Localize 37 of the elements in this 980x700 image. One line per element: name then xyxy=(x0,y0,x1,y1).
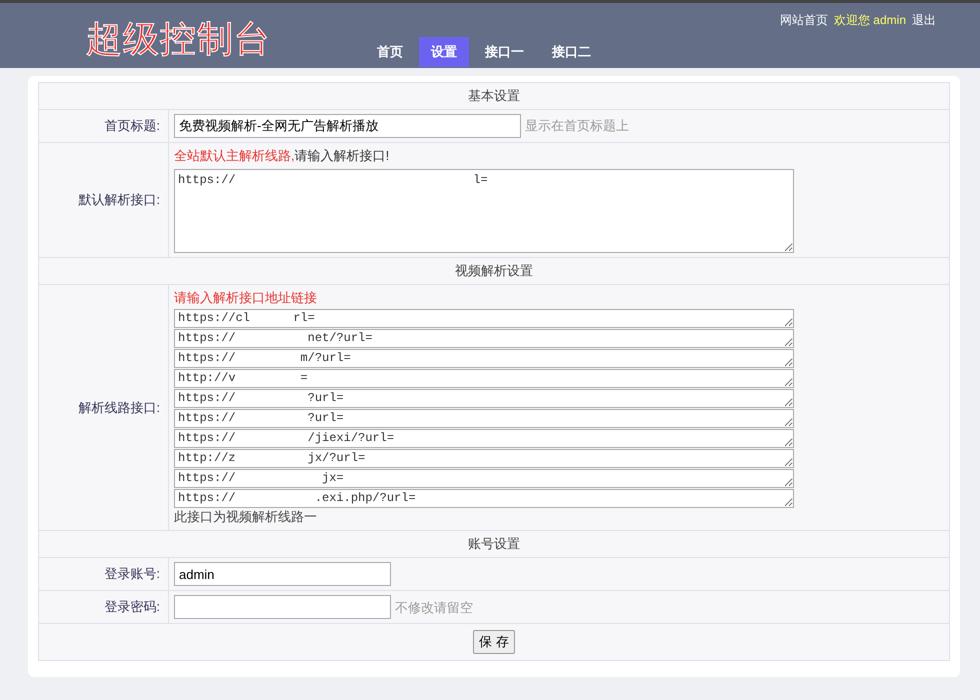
section-title: 账号设置 xyxy=(468,536,520,551)
nav-tab[interactable]: 首页 xyxy=(365,37,415,67)
note-text: 此接口为视频解析线路一 xyxy=(174,509,317,524)
password-field[interactable] xyxy=(174,595,391,619)
url-field[interactable]: https:// ?url= xyxy=(174,409,794,428)
field-hint: 显示在首页标题上 xyxy=(525,118,629,133)
section-title: 视频解析设置 xyxy=(455,263,533,278)
url-field[interactable]: https:// m/?url= xyxy=(174,349,794,368)
field-label: 默认解析接口: xyxy=(78,192,160,207)
url-field[interactable]: http://v = xyxy=(174,369,794,388)
note-text: 请输入解析接口地址链接 xyxy=(174,290,317,305)
field-label: 首页标题: xyxy=(104,118,160,133)
site-logo: 超级控制台 xyxy=(86,17,271,61)
nav-tab[interactable]: 接口一 xyxy=(473,37,536,67)
text-field[interactable]: 免费视频解析-全网无广告解析播放 xyxy=(174,114,521,138)
url-field[interactable]: https://cl rl= xyxy=(174,309,794,328)
field-label: 登录密码: xyxy=(104,599,160,614)
nav-tab[interactable]: 接口二 xyxy=(540,37,603,67)
welcome-text: 欢迎您 admin xyxy=(834,12,906,29)
url-field[interactable]: https:// ?url= xyxy=(174,389,794,408)
url-field[interactable]: https:// .exi.php/?url= xyxy=(174,489,794,508)
field-hint: 不修改请留空 xyxy=(395,600,473,614)
nav-tab[interactable]: 设置 xyxy=(419,37,469,67)
note-text: 请输入解析接口! xyxy=(294,148,390,163)
field-label: 解析线路接口: xyxy=(78,400,160,414)
field-label: 登录账号: xyxy=(104,566,160,581)
url-field[interactable]: https:// /jiexi/?url= xyxy=(174,429,794,448)
save-button[interactable]: 保 存 xyxy=(473,630,515,654)
url-field[interactable]: https:// net/?url= xyxy=(174,329,794,348)
section-title: 基本设置 xyxy=(468,88,520,103)
textarea-field[interactable]: https:// l= xyxy=(174,169,794,253)
text-field[interactable]: admin xyxy=(174,562,391,586)
url-field[interactable]: https:// jx= xyxy=(174,469,794,488)
header-link[interactable]: 网站首页 xyxy=(780,12,828,29)
note-text: 全站默认主解析线路, xyxy=(174,148,295,163)
url-field[interactable]: http://z jx/?url= xyxy=(174,449,794,468)
header-link[interactable]: 退出 xyxy=(912,12,936,29)
